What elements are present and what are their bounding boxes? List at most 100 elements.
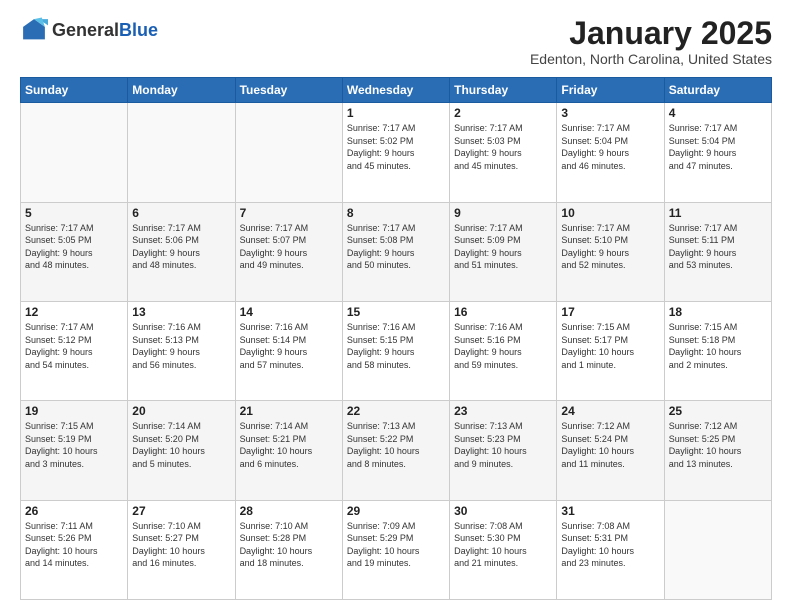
day-number: 28 (240, 504, 338, 518)
day-number: 20 (132, 404, 230, 418)
day-number: 9 (454, 206, 552, 220)
day-number: 17 (561, 305, 659, 319)
day-number: 3 (561, 106, 659, 120)
calendar-day: 5Sunrise: 7:17 AM Sunset: 5:05 PM Daylig… (21, 202, 128, 301)
logo: GeneralBlue (20, 16, 158, 44)
logo-general: General (52, 20, 119, 40)
calendar-day (235, 103, 342, 202)
day-info: Sunrise: 7:16 AM Sunset: 5:14 PM Dayligh… (240, 321, 338, 371)
day-info: Sunrise: 7:17 AM Sunset: 5:04 PM Dayligh… (669, 122, 767, 172)
day-number: 30 (454, 504, 552, 518)
day-info: Sunrise: 7:17 AM Sunset: 5:03 PM Dayligh… (454, 122, 552, 172)
day-info: Sunrise: 7:17 AM Sunset: 5:12 PM Dayligh… (25, 321, 123, 371)
day-info: Sunrise: 7:15 AM Sunset: 5:18 PM Dayligh… (669, 321, 767, 371)
day-number: 4 (669, 106, 767, 120)
day-info: Sunrise: 7:13 AM Sunset: 5:22 PM Dayligh… (347, 420, 445, 470)
calendar-day: 27Sunrise: 7:10 AM Sunset: 5:27 PM Dayli… (128, 500, 235, 599)
day-number: 23 (454, 404, 552, 418)
calendar-day: 19Sunrise: 7:15 AM Sunset: 5:19 PM Dayli… (21, 401, 128, 500)
logo-icon (20, 16, 48, 44)
calendar-day: 28 Sunrise: 7:10 AM Sunset: 5:28 PM Dayli… (235, 500, 342, 599)
month-title: January 2025 (530, 16, 772, 51)
calendar-day: 10Sunrise: 7:17 AM Sunset: 5:10 PM Dayli… (557, 202, 664, 301)
calendar-day: 20 Sunrise: 7:14 AM Sunset: 5:20 PM Dayli… (128, 401, 235, 500)
day-number: 14 (240, 305, 338, 319)
calendar-week-row: 12 Sunrise: 7:17 AM Sunset: 5:12 PM Dayli… (21, 301, 772, 400)
day-info: Sunrise: 7:17 AM Sunset: 5:07 PM Dayligh… (240, 222, 338, 272)
day-info: Sunrise: 7:16 AM Sunset: 5:15 PM Dayligh… (347, 321, 445, 371)
day-number: 13 (132, 305, 230, 319)
day-number: 24 (561, 404, 659, 418)
day-info: Sunrise: 7:14 AM Sunset: 5:20 PM Dayligh… (132, 420, 230, 470)
col-monday: Monday (128, 78, 235, 103)
day-info: Sunrise: 7:17 AM Sunset: 5:09 PM Dayligh… (454, 222, 552, 272)
calendar-day: 3 Sunrise: 7:17 AM Sunset: 5:04 PM Daylig… (557, 103, 664, 202)
day-number: 11 (669, 206, 767, 220)
calendar-header-row: Sunday Monday Tuesday Wednesday Thursday… (21, 78, 772, 103)
calendar-day: 9 Sunrise: 7:17 AM Sunset: 5:09 PM Daylig… (450, 202, 557, 301)
calendar-day: 29Sunrise: 7:09 AM Sunset: 5:29 PM Dayli… (342, 500, 449, 599)
logo-blue: Blue (119, 20, 158, 40)
day-number: 2 (454, 106, 552, 120)
calendar-day: 1Sunrise: 7:17 AM Sunset: 5:02 PM Daylig… (342, 103, 449, 202)
col-tuesday: Tuesday (235, 78, 342, 103)
day-info: Sunrise: 7:17 AM Sunset: 5:08 PM Dayligh… (347, 222, 445, 272)
day-number: 12 (25, 305, 123, 319)
calendar-day: 22 Sunrise: 7:13 AM Sunset: 5:22 PM Dayli… (342, 401, 449, 500)
calendar-day: 12 Sunrise: 7:17 AM Sunset: 5:12 PM Dayli… (21, 301, 128, 400)
day-info: Sunrise: 7:17 AM Sunset: 5:04 PM Dayligh… (561, 122, 659, 172)
day-info: Sunrise: 7:17 AM Sunset: 5:06 PM Dayligh… (132, 222, 230, 272)
calendar-day: 21Sunrise: 7:14 AM Sunset: 5:21 PM Dayli… (235, 401, 342, 500)
col-friday: Friday (557, 78, 664, 103)
day-number: 31 (561, 504, 659, 518)
day-info: Sunrise: 7:14 AM Sunset: 5:21 PM Dayligh… (240, 420, 338, 470)
day-info: Sunrise: 7:10 AM Sunset: 5:28 PM Dayligh… (240, 520, 338, 570)
day-number: 1 (347, 106, 445, 120)
day-number: 22 (347, 404, 445, 418)
calendar-week-row: 5Sunrise: 7:17 AM Sunset: 5:05 PM Daylig… (21, 202, 772, 301)
day-number: 25 (669, 404, 767, 418)
calendar-day: 31 Sunrise: 7:08 AM Sunset: 5:31 PM Dayli… (557, 500, 664, 599)
logo-text: GeneralBlue (52, 21, 158, 39)
day-info: Sunrise: 7:13 AM Sunset: 5:23 PM Dayligh… (454, 420, 552, 470)
calendar-day (21, 103, 128, 202)
calendar-week-row: 1Sunrise: 7:17 AM Sunset: 5:02 PM Daylig… (21, 103, 772, 202)
col-saturday: Saturday (664, 78, 771, 103)
calendar-day (128, 103, 235, 202)
day-info: Sunrise: 7:12 AM Sunset: 5:24 PM Dayligh… (561, 420, 659, 470)
calendar-day (664, 500, 771, 599)
day-number: 10 (561, 206, 659, 220)
calendar-day: 25 Sunrise: 7:12 AM Sunset: 5:25 PM Dayli… (664, 401, 771, 500)
day-info: Sunrise: 7:16 AM Sunset: 5:13 PM Dayligh… (132, 321, 230, 371)
calendar-day: 23 Sunrise: 7:13 AM Sunset: 5:23 PM Dayli… (450, 401, 557, 500)
location: Edenton, North Carolina, United States (530, 51, 772, 67)
day-number: 5 (25, 206, 123, 220)
calendar-week-row: 26Sunrise: 7:11 AM Sunset: 5:26 PM Dayli… (21, 500, 772, 599)
calendar-day: 11 Sunrise: 7:17 AM Sunset: 5:11 PM Dayli… (664, 202, 771, 301)
calendar-day: 13 Sunrise: 7:16 AM Sunset: 5:13 PM Dayli… (128, 301, 235, 400)
day-info: Sunrise: 7:12 AM Sunset: 5:25 PM Dayligh… (669, 420, 767, 470)
calendar-day: 15 Sunrise: 7:16 AM Sunset: 5:15 PM Dayli… (342, 301, 449, 400)
day-info: Sunrise: 7:17 AM Sunset: 5:11 PM Dayligh… (669, 222, 767, 272)
day-number: 29 (347, 504, 445, 518)
calendar-week-row: 19Sunrise: 7:15 AM Sunset: 5:19 PM Dayli… (21, 401, 772, 500)
day-number: 6 (132, 206, 230, 220)
day-info: Sunrise: 7:15 AM Sunset: 5:17 PM Dayligh… (561, 321, 659, 371)
title-block: January 2025 Edenton, North Carolina, Un… (530, 16, 772, 67)
calendar-day: 14 Sunrise: 7:16 AM Sunset: 5:14 PM Dayli… (235, 301, 342, 400)
page: GeneralBlue January 2025 Edenton, North … (0, 0, 792, 612)
day-number: 19 (25, 404, 123, 418)
header: GeneralBlue January 2025 Edenton, North … (20, 16, 772, 67)
day-info: Sunrise: 7:08 AM Sunset: 5:31 PM Dayligh… (561, 520, 659, 570)
calendar-table: Sunday Monday Tuesday Wednesday Thursday… (20, 77, 772, 600)
col-thursday: Thursday (450, 78, 557, 103)
day-info: Sunrise: 7:08 AM Sunset: 5:30 PM Dayligh… (454, 520, 552, 570)
calendar-day: 8Sunrise: 7:17 AM Sunset: 5:08 PM Daylig… (342, 202, 449, 301)
calendar-day: 2 Sunrise: 7:17 AM Sunset: 5:03 PM Daylig… (450, 103, 557, 202)
calendar-day: 24 Sunrise: 7:12 AM Sunset: 5:24 PM Dayli… (557, 401, 664, 500)
calendar-day: 16Sunrise: 7:16 AM Sunset: 5:16 PM Dayli… (450, 301, 557, 400)
day-number: 18 (669, 305, 767, 319)
day-number: 15 (347, 305, 445, 319)
day-number: 26 (25, 504, 123, 518)
day-number: 27 (132, 504, 230, 518)
